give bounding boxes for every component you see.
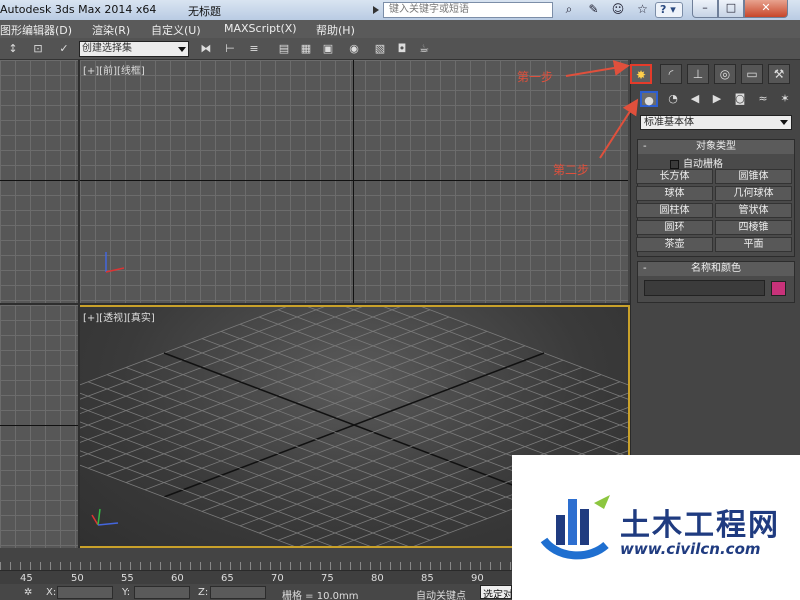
- left-viewport[interactable]: [0, 305, 78, 548]
- maximize-button[interactable]: □: [718, 0, 744, 18]
- app-title: Autodesk 3ds Max 2014 x64: [0, 3, 157, 16]
- menu-bar: 图形编辑器(D) 渲染(R) 自定义(U) MAXScript(X) 帮助(H): [0, 20, 800, 38]
- binoculars-icon[interactable]: ⌕: [560, 2, 578, 18]
- close-button[interactable]: ✕: [744, 0, 788, 18]
- front-viewport[interactable]: [+][前][线框]: [80, 60, 628, 303]
- collapse-icon[interactable]: -: [643, 262, 647, 276]
- selected-dropdown[interactable]: 选定对: [480, 585, 512, 599]
- top-viewport[interactable]: [0, 60, 78, 303]
- y-coord-input[interactable]: [134, 586, 190, 599]
- step1-annotation: 第一步: [517, 70, 554, 84]
- display-tab-icon[interactable]: ▭: [741, 64, 763, 84]
- search-placeholder: 键入关键字或短语: [389, 4, 469, 15]
- snap-icon[interactable]: ↕: [5, 41, 21, 57]
- utilities-tab-icon[interactable]: ⚒: [768, 64, 790, 84]
- status-bar: ✲ X: Y: Z: 栅格 = 10.0mm 自动关键点 选定对: [0, 584, 512, 600]
- lock-icon[interactable]: ✲: [24, 587, 32, 598]
- title-bar: Autodesk 3ds Max 2014 x64 无标题 键入关键字或短语 ⌕…: [0, 0, 800, 20]
- object-type-header[interactable]: - 对象类型: [638, 140, 794, 154]
- menu-help[interactable]: 帮助(H): [316, 22, 355, 38]
- box-button[interactable]: 长方体: [636, 169, 713, 184]
- watermark-logo: [540, 495, 610, 560]
- teapot-button[interactable]: 茶壶: [636, 237, 713, 252]
- name-color-header[interactable]: - 名称和颜色: [638, 262, 794, 276]
- x-coord-input[interactable]: [57, 586, 113, 599]
- x-label: X:: [46, 587, 57, 598]
- chevron-down-icon: [178, 47, 186, 52]
- object-color-swatch[interactable]: [771, 281, 786, 296]
- motion-tab-icon[interactable]: ◎: [714, 64, 736, 84]
- collapse-icon[interactable]: -: [643, 140, 647, 154]
- watermark: 土木工程网 www.civilcn.com: [512, 455, 800, 600]
- timeline[interactable]: 45 50 55 60 65 70 75 80 85 90: [0, 570, 512, 584]
- front-viewport-label[interactable]: [+][前][线框]: [83, 62, 145, 77]
- menu-customize[interactable]: 自定义(U): [151, 22, 201, 38]
- axis-gizmo-icon: [105, 252, 125, 273]
- watermark-url: www.civilcn.com: [620, 540, 761, 558]
- selection-set-dropdown[interactable]: 创建选择集: [79, 41, 189, 57]
- snap-toggle-icon[interactable]: ⊡: [30, 41, 46, 57]
- cylinder-button[interactable]: 圆柱体: [636, 203, 713, 218]
- tube-button[interactable]: 管状体: [715, 203, 792, 218]
- minimize-button[interactable]: –: [692, 0, 718, 18]
- persp-axis-gizmo-icon: [91, 508, 119, 526]
- star-icon[interactable]: ☆: [634, 2, 652, 18]
- scene-explorer-icon[interactable]: ▤: [276, 41, 292, 57]
- autogrid-checkbox[interactable]: 自动栅格: [670, 155, 723, 170]
- geosphere-button[interactable]: 几何球体: [715, 186, 792, 201]
- render-frame-icon[interactable]: ◘: [394, 41, 410, 57]
- systems-icon[interactable]: ✶: [776, 91, 794, 107]
- layer-icon[interactable]: ≡: [246, 41, 262, 57]
- render-setup-icon[interactable]: ▧: [372, 41, 388, 57]
- search-expand-icon[interactable]: [373, 6, 379, 14]
- spacewarps-icon[interactable]: ≈: [754, 91, 772, 107]
- torus-button[interactable]: 圆环: [636, 220, 713, 235]
- document-title: 无标题: [188, 5, 221, 18]
- modify-tab-icon[interactable]: ◜: [660, 64, 682, 84]
- object-name-input[interactable]: [644, 280, 765, 296]
- align-icon[interactable]: ⊢: [222, 41, 238, 57]
- hierarchy-tab-icon[interactable]: ⊥: [687, 64, 709, 84]
- mirror-icon[interactable]: ⧓: [198, 41, 214, 57]
- y-label: Y:: [122, 587, 131, 598]
- create-tab-icon[interactable]: ✸: [630, 64, 652, 84]
- user-icon[interactable]: ☺: [609, 2, 627, 18]
- menu-rendering[interactable]: 渲染(R): [92, 22, 130, 38]
- step2-annotation: 第二步: [553, 163, 590, 177]
- z-coord-input[interactable]: [210, 586, 266, 599]
- helpers-icon[interactable]: ◙: [731, 91, 749, 107]
- watermark-name: 土木工程网: [620, 508, 780, 543]
- menu-maxscript[interactable]: MAXScript(X): [224, 22, 297, 35]
- cameras-icon[interactable]: ▶: [708, 91, 726, 107]
- shapes-icon[interactable]: ◔: [664, 91, 682, 107]
- named-selection-icon[interactable]: ✓: [56, 41, 72, 57]
- schematic-view-icon[interactable]: ▣: [320, 41, 336, 57]
- curve-editor-icon[interactable]: ▦: [298, 41, 314, 57]
- menu-graph-editors[interactable]: 图形编辑器(D): [0, 22, 72, 38]
- main-toolbar: ↕ ⊡ ✓ 创建选择集 ⧓ ⊢ ≡ ▤ ▦ ▣ ◉ ▧ ◘ ☕: [0, 38, 800, 60]
- cone-button[interactable]: 圆锥体: [715, 169, 792, 184]
- auto-key-button[interactable]: 自动关键点: [416, 587, 466, 600]
- material-editor-icon[interactable]: ◉: [346, 41, 362, 57]
- grid-size-readout: 栅格 = 10.0mm: [282, 591, 359, 600]
- checkbox-icon[interactable]: [670, 159, 679, 169]
- tools-icon[interactable]: ✎: [585, 2, 603, 18]
- help-button[interactable]: ? ▾: [655, 2, 683, 18]
- timeline-ticks[interactable]: [0, 562, 512, 570]
- sphere-button[interactable]: 球体: [636, 186, 713, 201]
- render-teapot-icon[interactable]: ☕: [416, 41, 432, 57]
- pyramid-button[interactable]: 四棱锥: [715, 220, 792, 235]
- z-label: Z:: [198, 587, 209, 598]
- category-dropdown[interactable]: 标准基本体: [640, 115, 792, 130]
- lights-icon[interactable]: ◀: [686, 91, 704, 107]
- geometry-sphere-icon[interactable]: ●: [640, 91, 658, 107]
- chevron-down-icon: [780, 120, 788, 125]
- plane-button[interactable]: 平面: [715, 237, 792, 252]
- search-input[interactable]: 键入关键字或短语: [373, 2, 553, 18]
